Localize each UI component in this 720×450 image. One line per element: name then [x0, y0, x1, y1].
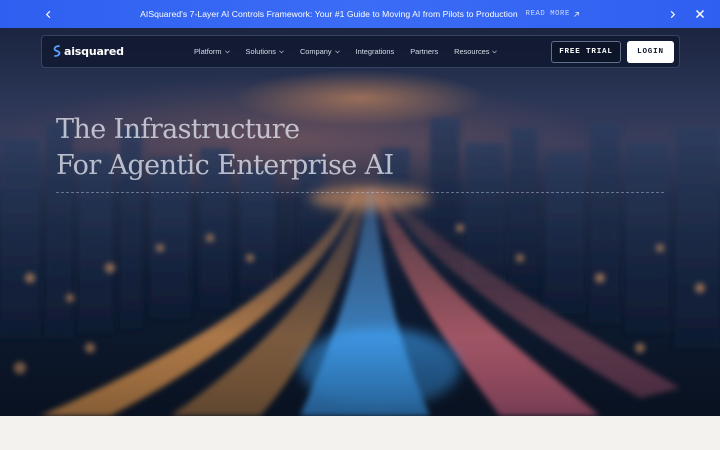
chevron-down-icon: [224, 49, 230, 53]
nav-item-label: Platform: [194, 47, 222, 56]
next-section-background: [0, 416, 720, 450]
read-more-link[interactable]: READ MORE: [526, 10, 580, 18]
nav-item-integrations[interactable]: Integrations: [356, 47, 395, 56]
nav-item-label: Integrations: [355, 47, 395, 56]
close-icon[interactable]: [691, 5, 709, 23]
nav-item-label: Solutions: [245, 47, 276, 56]
login-button[interactable]: LOGIN: [627, 41, 674, 63]
arrow-up-right-icon: [573, 11, 579, 17]
hero-section: [0, 28, 720, 416]
chevron-down-icon: [492, 49, 498, 53]
hero-headline: The Infrastructure For Agentic Enterpris…: [56, 112, 476, 184]
nav-item-partners[interactable]: Partners: [410, 47, 438, 56]
nav-item-platform[interactable]: Platform: [194, 47, 230, 56]
free-trial-button[interactable]: FREE TRIAL: [551, 41, 621, 63]
hero-headline-line-2: For Agentic Enterprise AI: [56, 150, 394, 181]
hero-divider: [56, 192, 664, 193]
main-navbar: aisquared Platform Solutions Company Int…: [41, 35, 680, 68]
logo-text: aisquared: [64, 44, 124, 58]
read-more-label: READ MORE: [525, 10, 570, 18]
nav-menu: Platform Solutions Company Integrations …: [194, 36, 498, 67]
nav-item-company[interactable]: Company: [300, 47, 340, 56]
chevron-left-icon[interactable]: [40, 6, 56, 22]
announcement-message[interactable]: AISquared's 7-Layer AI Controls Framewor…: [140, 9, 518, 19]
nav-item-label: Company: [299, 47, 332, 56]
aisquared-logo[interactable]: aisquared: [53, 44, 124, 58]
nav-item-resources[interactable]: Resources: [454, 47, 498, 56]
nav-item-solutions[interactable]: Solutions: [246, 47, 284, 56]
announcement-bar: AISquared's 7-Layer AI Controls Framewor…: [0, 0, 720, 28]
chevron-right-icon[interactable]: [664, 6, 680, 22]
hero-bottom-fade: [0, 336, 720, 416]
hero-headline-line-1: The Infrastructure: [56, 114, 300, 145]
chevron-down-icon: [279, 49, 284, 53]
nav-item-label: Resources: [454, 47, 490, 56]
nav-item-label: Partners: [410, 47, 439, 56]
logo-mark-icon: [53, 45, 61, 57]
chevron-down-icon: [334, 49, 340, 53]
